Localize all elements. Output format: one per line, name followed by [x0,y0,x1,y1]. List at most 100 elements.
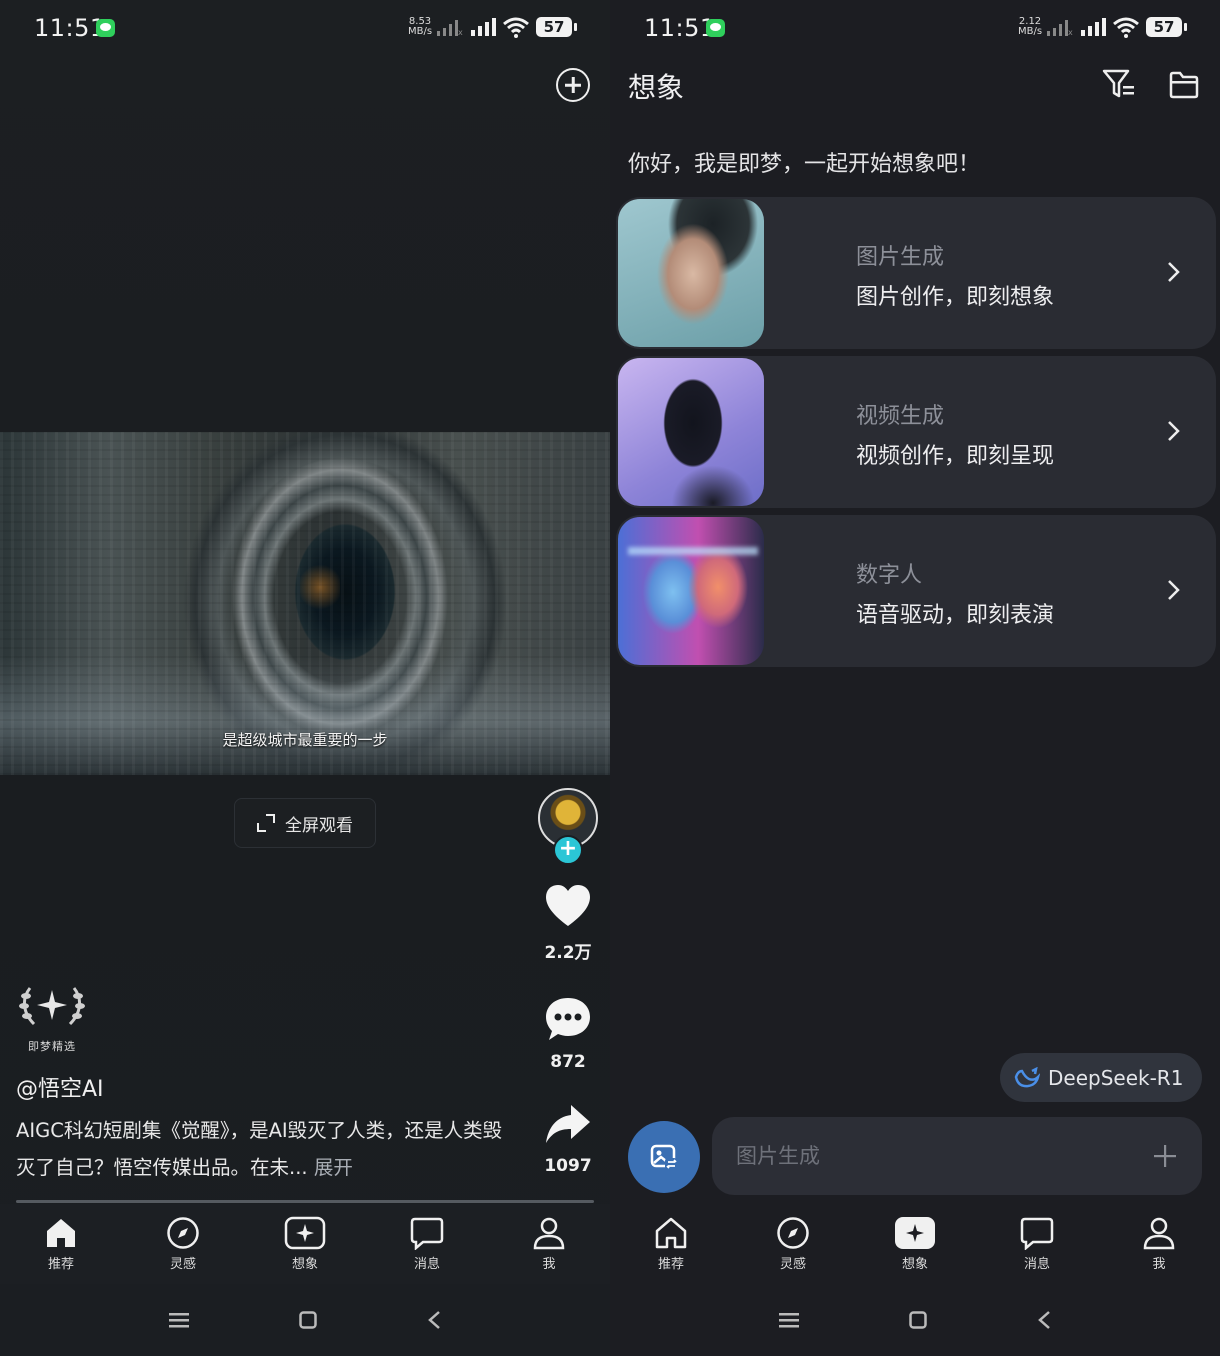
model-name: DeepSeek-R1 [1048,1065,1184,1090]
sparkle-icon [895,1217,935,1249]
chevron-right-icon [1168,580,1180,600]
nav-item-recommend[interactable]: 推荐 [21,1216,101,1272]
card-thumbnail [618,358,764,506]
network-speed: 8.53 MB/s [408,16,433,37]
comment-icon [546,998,590,1040]
status-time: 11:51 [34,14,106,42]
description-text: AIGC科幻短剧集《觉醒》，是AI毁灭了人类，还是人类毁灭了自己？悟空传媒出品。… [16,1119,503,1179]
back-icon[interactable] [1037,1310,1051,1330]
like-count: 2.2万 [544,943,592,963]
nav-item-imagine[interactable]: 想象 [875,1216,955,1272]
folder-icon[interactable] [1168,70,1200,100]
author-name[interactable]: @悟空AI [16,1071,104,1103]
card-title: 图片生成 [856,245,945,270]
like-button[interactable]: 2.2万 [538,884,598,963]
card-subtitle: 语音驱动，即刻表演 [856,603,1055,628]
video-progress-bar[interactable] [16,1200,594,1203]
share-button[interactable]: 1097 [538,1104,598,1176]
compass-icon [167,1217,199,1249]
chat-icon [1020,1217,1054,1250]
imagine-screen: 11:51 2.12 MB/s x 57 想象 你好，我是即梦，一起开始想象吧！ … [610,0,1220,1356]
bottom-nav: 推荐 灵感 想象 消息 我 [0,1204,610,1284]
chat-icon [410,1217,444,1250]
follow-plus-icon[interactable]: + [553,835,583,865]
heart-icon [546,885,590,926]
card-digital-human[interactable]: 数字人 语音驱动，即刻表演 [616,515,1216,667]
mode-switch-button[interactable] [628,1121,700,1193]
nav-label: 消息 [413,1257,440,1272]
network-speed: 2.12 MB/s [1018,16,1043,37]
wifi-icon [1113,17,1139,38]
nav-label: 灵感 [779,1257,806,1272]
share-arrow-icon [546,1105,590,1143]
nav-label: 灵感 [169,1257,196,1272]
system-nav-bar [610,1284,1220,1356]
nav-item-recommend[interactable]: 推荐 [631,1216,711,1272]
wifi-icon [503,17,529,38]
prompt-field [712,1117,1202,1195]
card-image-generation[interactable]: 图片生成 图片创作，即刻想象 [616,197,1216,349]
battery-icon: 57 [536,17,577,37]
card-title: 视频生成 [856,404,945,429]
signal-icon [1081,18,1106,36]
nav-label: 我 [542,1257,556,1272]
comment-button[interactable]: 872 [538,996,598,1072]
card-subtitle: 图片创作，即刻想象 [856,285,1055,310]
plus-icon[interactable] [1152,1143,1178,1169]
nav-item-imagine[interactable]: 想象 [265,1216,345,1272]
fullscreen-icon [257,814,275,832]
video-player[interactable]: 是超级城市最重要的一步 [0,432,610,775]
nav-label: 推荐 [657,1257,684,1272]
signal-icon: x [1047,20,1073,36]
bottom-nav: 推荐 灵感 想象 消息 我 [610,1204,1220,1284]
card-title: 数字人 [856,563,923,588]
nav-item-messages[interactable]: 消息 [997,1216,1077,1272]
nav-label: 我 [1152,1257,1166,1272]
wechat-notification-icon [96,19,115,37]
nav-item-me[interactable]: 我 [1119,1216,1199,1272]
home-square-icon[interactable] [909,1311,927,1329]
featured-badge-label: 即梦精选 [28,1040,76,1053]
video-description: AIGC科幻短剧集《觉醒》，是AI毁灭了人类，还是人类毁灭了自己？悟空传媒出品。… [16,1112,516,1186]
card-video-generation[interactable]: 视频生成 视频创作，即刻呈现 [616,356,1216,508]
home-icon [47,1219,75,1247]
sparkle-icon [284,1216,326,1250]
fullscreen-button[interactable]: 全屏观看 [234,798,376,848]
prompt-input[interactable] [736,1117,1116,1195]
nav-label: 想象 [901,1257,928,1272]
home-icon [655,1217,687,1249]
model-selector-button[interactable]: DeepSeek-R1 [1000,1053,1202,1102]
feed-screen: 11:51 8.53 MB/s x 57 是超级城市最重要的一步 全屏观看 + 2… [0,0,610,1356]
expand-link[interactable]: 展开 [314,1156,353,1179]
filter-icon[interactable] [1102,68,1136,100]
nav-item-inspiration[interactable]: 灵感 [753,1216,833,1272]
svg-text:x: x [458,28,463,36]
nav-label: 推荐 [47,1257,74,1272]
card-thumbnail [618,199,764,347]
status-time: 11:51 [644,14,716,42]
share-count: 1097 [544,1156,592,1176]
nav-label: 想象 [291,1257,318,1272]
wechat-notification-icon [706,19,725,37]
fullscreen-label: 全屏观看 [285,815,353,836]
person-icon [1143,1217,1175,1250]
chevron-right-icon [1168,262,1180,282]
battery-icon: 57 [1146,17,1187,37]
image-swap-icon [650,1144,677,1170]
nav-item-messages[interactable]: 消息 [387,1216,467,1272]
chevron-right-icon [1168,421,1180,441]
nav-label: 消息 [1023,1257,1050,1272]
video-glow [300,562,340,612]
nav-item-inspiration[interactable]: 灵感 [143,1216,223,1272]
menu-icon[interactable] [169,1312,189,1328]
add-circle-icon[interactable] [556,68,590,102]
back-icon[interactable] [427,1310,441,1330]
menu-icon[interactable] [779,1312,799,1328]
signal-icon [471,18,496,36]
home-square-icon[interactable] [299,1311,317,1329]
page-title: 想象 [628,71,685,104]
nav-item-me[interactable]: 我 [509,1216,589,1272]
greeting-text: 你好，我是即梦，一起开始想象吧！ [628,152,981,177]
card-thumbnail [618,517,764,665]
svg-text:x: x [1068,28,1073,36]
